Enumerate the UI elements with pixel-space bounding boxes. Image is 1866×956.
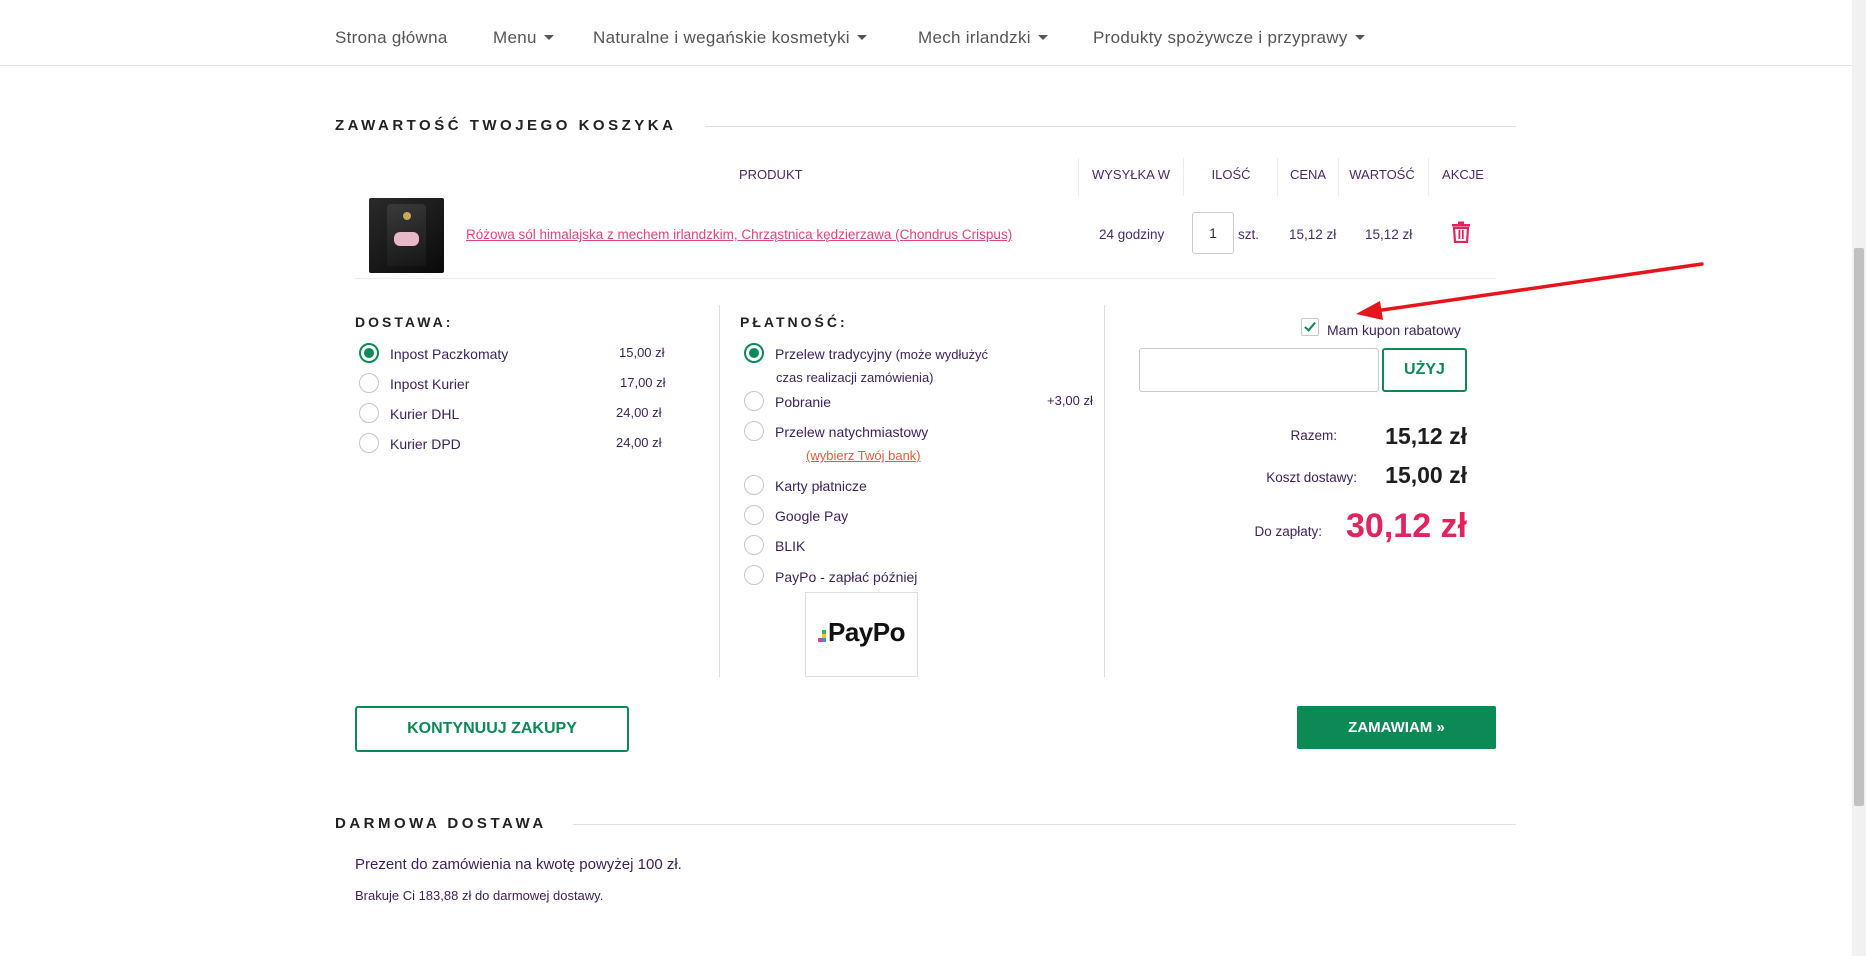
delivery-radio-kurier-dhl[interactable] <box>359 403 379 423</box>
header-product: PRODUKT <box>739 167 803 182</box>
header-price: CENA <box>1289 167 1327 182</box>
caret-down-icon <box>543 35 554 40</box>
delivery-option-price: 15,00 zł <box>619 345 665 360</box>
subtotal-value: 15,12 zł <box>1385 423 1467 449</box>
nav-item-label: Mech irlandzki <box>918 28 1031 47</box>
nav-item-home[interactable]: Strona główna <box>335 28 448 48</box>
paypo-dots-icon <box>818 630 826 642</box>
panel-divider <box>1104 305 1105 677</box>
nav-item-label: Naturalne i wegańskie kosmetyki <box>593 28 850 47</box>
top-navigation: Strona główna Menu Naturalne i wegańskie… <box>0 0 1852 66</box>
header-actions: AKCJE <box>1442 167 1484 182</box>
section-divider <box>705 126 1516 127</box>
payment-option-surcharge: +3,00 zł <box>1047 393 1093 408</box>
header-quantity: ILOŚĆ <box>1211 167 1251 182</box>
row-divider <box>355 278 1496 279</box>
shipping-cost-label: Koszt dostawy: <box>1266 470 1357 485</box>
payment-radio-google-pay[interactable] <box>744 505 764 525</box>
cart-section-title: ZAWARTOŚĆ TWOJEGO KOSZYKA <box>335 117 677 134</box>
payment-option-label: Przelew tradycyjny (może wydłużyć <box>775 346 988 362</box>
payment-note: (może wydłużyć <box>895 347 989 362</box>
delivery-option-label: Kurier DHL <box>390 406 460 422</box>
delivery-radio-kurier-dpd[interactable] <box>359 433 379 453</box>
column-separator <box>1428 158 1429 196</box>
trash-icon[interactable] <box>1451 221 1471 243</box>
free-shipping-title: DARMOWA DOSTAWA <box>335 815 547 832</box>
payment-option-label: BLIK <box>775 538 806 554</box>
nav-item-cosmetics[interactable]: Naturalne i wegańskie kosmetyki <box>593 28 867 48</box>
section-divider <box>573 824 1516 825</box>
nav-item-irish-moss[interactable]: Mech irlandzki <box>918 28 1048 48</box>
column-separator <box>1078 158 1079 196</box>
payment-option-label: PayPo - zapłać później <box>775 569 918 585</box>
delivery-option-label: Inpost Kurier <box>390 376 470 392</box>
delivery-option-price: 17,00 zł <box>620 375 666 390</box>
delivery-title: DOSTAWA: <box>355 314 454 330</box>
free-shipping-info: Prezent do zamówienia na kwotę powyżej 1… <box>355 856 682 873</box>
caret-down-icon <box>1037 35 1048 40</box>
paypo-logo-text: PayPo <box>828 617 906 647</box>
payment-option-label: Pobranie <box>775 394 832 410</box>
panel-divider <box>719 305 720 677</box>
apply-coupon-button[interactable]: UŻYJ <box>1382 348 1467 392</box>
payment-radio-blik[interactable] <box>744 535 764 555</box>
column-separator <box>1183 158 1184 196</box>
payment-radio-przelew-tradycyjny[interactable] <box>744 343 764 363</box>
nav-item-label: Strona główna <box>335 28 448 47</box>
payment-radio-pobranie[interactable] <box>744 391 764 411</box>
total-value: 30,12 zł <box>1346 507 1467 545</box>
product-unit-price: 15,12 zł <box>1289 227 1337 242</box>
delivery-radio-inpost-kurier[interactable] <box>359 373 379 393</box>
product-shipping-time: 24 godziny <box>1099 227 1165 242</box>
choose-bank-link[interactable]: (wybierz Twój bank) <box>806 448 921 463</box>
page-scrollbar[interactable] <box>1852 0 1866 956</box>
checkmark-icon <box>1304 319 1316 332</box>
payment-label-text: Przelew tradycyjny <box>775 346 892 362</box>
payment-title: PŁATNOŚĆ: <box>740 314 848 330</box>
payment-option-label: Karty płatnicze <box>775 478 867 494</box>
paypo-logo: PayPo <box>805 592 918 677</box>
header-shipping: WYSYŁKA W <box>1091 167 1171 182</box>
delivery-radio-inpost-paczkomaty[interactable] <box>359 343 379 363</box>
annotation-arrow <box>1356 262 1704 320</box>
product-label-mark <box>394 232 419 246</box>
nav-item-food[interactable]: Produkty spożywcze i przyprawy <box>1093 28 1365 48</box>
delivery-option-label: Inpost Paczkomaty <box>390 346 509 362</box>
caret-down-icon <box>1354 35 1365 40</box>
place-order-button[interactable]: ZAMAWIAM » <box>1297 706 1496 749</box>
column-separator <box>1338 158 1339 196</box>
quantity-unit: szt. <box>1238 227 1260 242</box>
product-line-value: 15,12 zł <box>1365 227 1413 242</box>
payment-radio-karty-platnicze[interactable] <box>744 475 764 495</box>
product-name-link[interactable]: Różowa sól himalajska z mechem irlandzki… <box>466 227 1012 242</box>
shipping-cost-value: 15,00 zł <box>1385 462 1467 488</box>
payment-option-label: Google Pay <box>775 508 849 524</box>
nav-item-menu[interactable]: Menu <box>493 28 554 48</box>
column-separator <box>1277 158 1278 196</box>
product-logo-mark <box>403 212 411 220</box>
nav-item-label: Menu <box>493 28 537 47</box>
subtotal-label: Razem: <box>1290 428 1337 443</box>
continue-shopping-button[interactable]: KONTYNUUJ ZAKUPY <box>355 706 629 752</box>
nav-item-label: Produkty spożywcze i przyprawy <box>1093 28 1348 47</box>
free-shipping-remaining: Brakuje Ci 183,88 zł do darmowej dostawy… <box>355 888 604 903</box>
coupon-checkbox[interactable] <box>1301 318 1319 336</box>
caret-down-icon <box>856 35 867 40</box>
total-label: Do zapłaty: <box>1254 524 1322 539</box>
quantity-input[interactable]: 1 <box>1192 212 1234 254</box>
delivery-option-label: Kurier DPD <box>390 436 461 452</box>
product-thumbnail[interactable] <box>369 198 444 273</box>
header-value: WARTOŚĆ <box>1349 167 1415 182</box>
payment-option-label: Przelew natychmiastowy <box>775 424 929 440</box>
coupon-code-input[interactable] <box>1139 348 1379 392</box>
scrollbar-thumb[interactable] <box>1854 248 1864 806</box>
delivery-option-price: 24,00 zł <box>616 435 662 450</box>
delivery-option-price: 24,00 zł <box>616 405 662 420</box>
payment-radio-przelew-natychmiastowy[interactable] <box>744 421 764 441</box>
payment-radio-paypo[interactable] <box>744 565 764 585</box>
payment-note-line2: czas realizacji zamówienia) <box>776 370 934 385</box>
